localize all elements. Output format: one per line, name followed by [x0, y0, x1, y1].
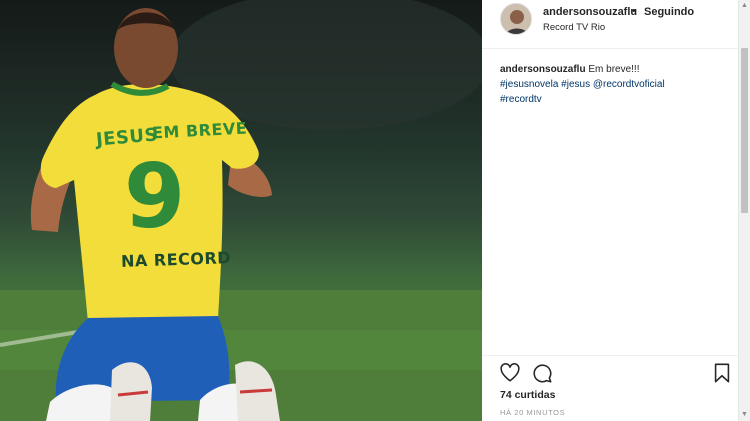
action-bar: [482, 355, 738, 386]
following-button[interactable]: Seguindo: [644, 6, 694, 18]
post-sidebar: andersonsouzaflu • Seguindo Record TV Ri…: [482, 0, 738, 421]
avatar[interactable]: [500, 3, 532, 35]
likes-count[interactable]: 74 curtidas: [500, 389, 555, 401]
hashtag-jesus[interactable]: #jesus: [561, 79, 590, 90]
scroll-thumb[interactable]: [741, 48, 748, 213]
mention-recordtvoficial[interactable]: @recordtvoficial: [593, 79, 665, 90]
caption-username[interactable]: andersonsouzaflu: [500, 64, 586, 75]
avatar-image: [501, 4, 531, 34]
caption: andersonsouzaflu Em breve!!! #jesusnovel…: [500, 62, 728, 107]
bookmark-icon[interactable]: [711, 362, 733, 384]
caption-text: Em breve!!!: [588, 64, 640, 75]
hashtag-jesusnovela[interactable]: #jesusnovela: [500, 79, 558, 90]
post-timestamp[interactable]: HÁ 20 MINUTOS: [500, 408, 565, 417]
header-username[interactable]: andersonsouzaflu: [543, 6, 637, 18]
scroll-up-arrow-icon[interactable]: ▲: [739, 0, 750, 12]
jersey-text-na-record: NA RECORD: [120, 248, 232, 271]
post-header: andersonsouzaflu • Seguindo Record TV Ri…: [482, 0, 738, 49]
jersey-number: 9: [124, 145, 186, 248]
scrollbar[interactable]: ▲ ▼: [738, 0, 750, 421]
hashtag-recordtv[interactable]: #recordtv: [500, 94, 542, 105]
scroll-down-arrow-icon[interactable]: ▼: [739, 409, 750, 421]
player-illustration: [0, 0, 482, 421]
post-photo[interactable]: JESUS EM BREVE 9 NA RECORD: [0, 0, 482, 421]
separator-dot: •: [632, 5, 636, 17]
comment-icon[interactable]: [531, 362, 553, 384]
heart-icon[interactable]: [499, 362, 521, 384]
location-link[interactable]: Record TV Rio: [543, 22, 605, 33]
